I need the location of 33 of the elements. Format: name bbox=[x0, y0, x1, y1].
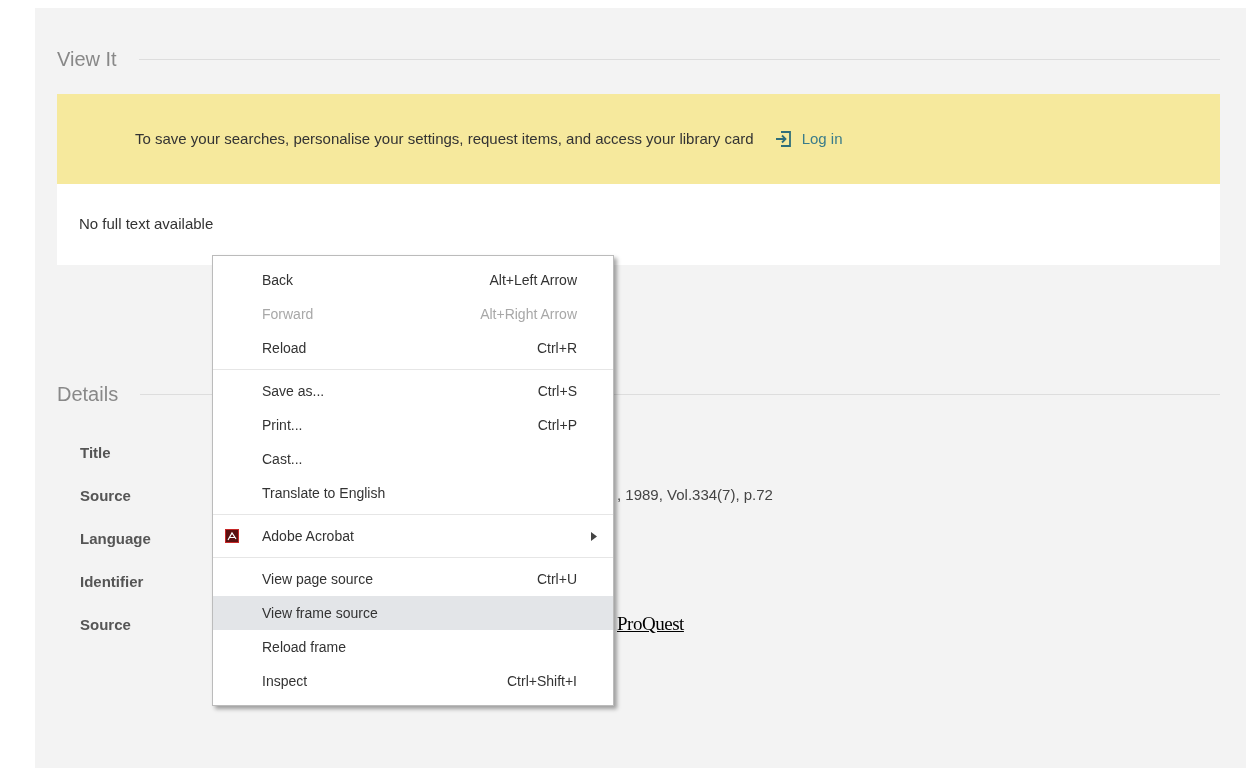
menu-item[interactable]: Adobe Acrobat bbox=[213, 519, 613, 553]
menu-item[interactable]: Print... Ctrl+P bbox=[213, 408, 613, 442]
shortcut-label: Alt+Left Arrow bbox=[489, 270, 577, 290]
detail-label: Title bbox=[80, 443, 111, 461]
availability-text: No full text available bbox=[79, 214, 214, 235]
menu-item[interactable]: View frame source bbox=[213, 596, 613, 630]
detail-label: Language bbox=[80, 529, 151, 547]
menu-item[interactable]: Reload Ctrl+R bbox=[213, 331, 613, 365]
pdf-icon bbox=[225, 529, 239, 543]
shortcut-label: Ctrl+Shift+I bbox=[506, 671, 577, 691]
shortcut-label: Ctrl+P bbox=[537, 415, 577, 435]
menu-item[interactable]: Translate to English bbox=[213, 476, 613, 510]
shortcut-label: Ctrl+U bbox=[536, 569, 577, 589]
menu-item[interactable]: Inspect Ctrl+Shift+I bbox=[213, 664, 613, 698]
menu-item[interactable]: View page source Ctrl+U bbox=[213, 562, 613, 596]
banner-message: To save your searches, personalise your settings, request items, and access your library card bbox=[135, 128, 754, 149]
login-link[interactable]: Log in bbox=[773, 127, 843, 151]
login-icon bbox=[773, 130, 792, 148]
section-heading: View It bbox=[57, 47, 117, 72]
detail-label: Source bbox=[80, 486, 131, 504]
detail-label: Identifier bbox=[80, 572, 144, 590]
detail-value: , 1989, Vol.334(7), p.72 bbox=[617, 485, 773, 506]
menu-item[interactable]: Reload frame bbox=[213, 630, 613, 664]
menu-item[interactable]: Cast... bbox=[213, 442, 613, 476]
shortcut-label: Ctrl+S bbox=[537, 381, 577, 401]
shortcut-label: Ctrl+R bbox=[536, 338, 577, 358]
proquest-logo: ProQuest bbox=[617, 612, 684, 637]
submenu-arrow-icon bbox=[591, 531, 597, 541]
menu-item[interactable]: Save as... Ctrl+S bbox=[213, 374, 613, 408]
detail-label: Source bbox=[80, 615, 131, 633]
section-heading: Details bbox=[57, 382, 119, 407]
menu-item[interactable]: Back Alt+Left Arrow bbox=[213, 263, 613, 297]
shortcut-label: Alt+Right Arrow bbox=[480, 304, 577, 324]
